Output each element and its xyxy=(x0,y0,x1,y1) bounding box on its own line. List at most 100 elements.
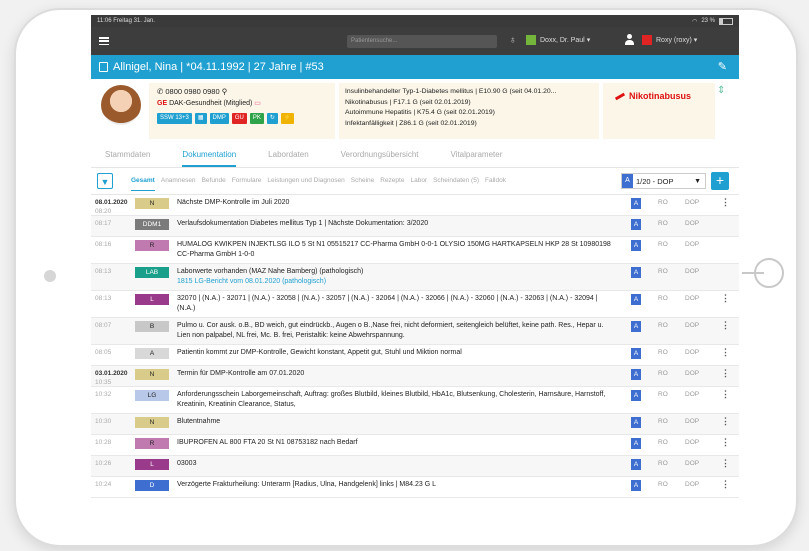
entry-text: 32070 | (N.A.) - 32071 | (N.A.) - 32058 … xyxy=(177,295,598,312)
tab-vitalparameter[interactable]: Vitalparameter xyxy=(450,143,502,167)
entry-datetime: 08:17 xyxy=(95,220,112,227)
more-options-icon[interactable]: ⋮ xyxy=(721,347,730,358)
entry-text: Nächste DMP-Kontrolle im Juli 2020 xyxy=(177,199,290,206)
entry-datetime: 03.01.2020 10:35 xyxy=(95,370,128,386)
entry-list: 08.01.2020 08:20 N Nächste DMP-Kontrolle im… xyxy=(91,195,739,498)
entry-dop: DOP xyxy=(685,220,700,227)
user-select[interactable]: Roxy (roxy) ▾ xyxy=(656,36,697,44)
entry-a-badge: A xyxy=(631,369,641,380)
entry-a-badge: A xyxy=(631,390,641,401)
patient-tag[interactable]: ⚡ xyxy=(280,113,295,124)
selector-badge: A xyxy=(622,174,633,188)
entry-row[interactable]: 08:13 L 32070 | (N.A.) - 32071 | (N.A.) - … xyxy=(91,291,739,318)
doctor-color-swatch xyxy=(526,35,536,45)
entry-row[interactable]: 10:32 LG Anforderungsschein Laborgemeinsch… xyxy=(91,387,739,414)
entry-dop: DOP xyxy=(685,418,700,425)
stethoscope-icon[interactable]: ♁ xyxy=(509,35,517,46)
patient-search-input[interactable]: Patientensuche... xyxy=(347,35,497,48)
subtab-item[interactable]: Anamnesen xyxy=(161,168,196,194)
entry-text: HUMALOG KWIKPEN INJEKTLSG ILO 5 St N1 05… xyxy=(177,241,611,258)
entry-a-badge: A xyxy=(631,267,641,278)
doctor-select[interactable]: Doxx, Dr. Paul ▾ xyxy=(540,36,590,44)
entry-row[interactable]: 08:07 B Pulmo u. Cor ausk. o.B., BD weich,… xyxy=(91,318,739,345)
entry-ro: RO xyxy=(658,349,668,356)
diagnoses-list[interactable]: Insulinbehandelter Typ-1-Diabetes mellit… xyxy=(339,83,599,139)
copy-icon[interactable] xyxy=(99,62,108,72)
subtab-item[interactable]: Gesamt xyxy=(131,168,155,194)
entry-row[interactable]: 10:28 R IBUPROFEN AL 800 FTA 20 St N1 0875… xyxy=(91,435,739,456)
entry-row[interactable]: 10:24 D Verzögerte Frakturheilung: Unterar… xyxy=(91,477,739,498)
patient-tag[interactable]: ↻ xyxy=(266,113,278,124)
patient-tag[interactable]: SSW 13+3 xyxy=(157,113,192,124)
entry-type-badge: D xyxy=(135,480,169,491)
entry-a-badge: A xyxy=(631,480,641,491)
subtab-item[interactable]: Labor xyxy=(410,168,427,194)
entry-row[interactable]: 03.01.2020 10:35 N Termin für DMP-Kontrolle… xyxy=(91,366,739,387)
entry-dop: DOP xyxy=(685,199,700,206)
more-options-icon[interactable]: ⋮ xyxy=(721,479,730,490)
entry-row[interactable]: 08:13 LAB Laborwerte vorhanden (MAZ Nahe B… xyxy=(91,264,739,291)
subtab-item[interactable]: Rezepte xyxy=(380,168,404,194)
more-options-icon[interactable]: ⋮ xyxy=(721,293,730,304)
insurance-row: GE DAK-Gesundheit (Mitglied) ▭ xyxy=(157,100,261,107)
subtab-item[interactable]: Befunde xyxy=(202,168,226,194)
entry-row[interactable]: 08:16 R HUMALOG KWIKPEN INJEKTLSG ILO 5 St… xyxy=(91,237,739,264)
entry-type-badge: R xyxy=(135,438,169,449)
entry-ro: RO xyxy=(658,220,668,227)
tab-labordaten[interactable]: Labordaten xyxy=(268,143,308,167)
entry-text: Anforderungsschein Laborgemeinschaft, Au… xyxy=(177,391,606,408)
entry-ro: RO xyxy=(658,439,668,446)
pin-icon[interactable]: ✎ xyxy=(718,60,727,73)
entry-datetime: 08:05 xyxy=(95,349,112,356)
expand-icon[interactable]: ⇕ xyxy=(717,85,725,96)
subtab-item[interactable]: Scheindaten (5) xyxy=(433,168,479,194)
entry-a-badge: A xyxy=(631,198,641,209)
entry-text: Verzögerte Frakturheilung: Unterarm [Rad… xyxy=(177,481,436,488)
entry-type-badge: N xyxy=(135,198,169,209)
status-time: 11:06 Freitag 31. Jan. xyxy=(97,18,155,24)
patient-title: Allnigel, Nina | *04.11.1992 | 27 Jahre … xyxy=(113,61,324,73)
status-bar: 11:06 Freitag 31. Jan. ◠ 23 % xyxy=(91,15,739,27)
chevron-down-icon: ▼ xyxy=(694,177,701,185)
entry-a-badge: A xyxy=(631,240,641,251)
entry-link[interactable]: 1815 LG-Bericht vom 08.01.2020 (patholog… xyxy=(177,277,617,287)
entry-row[interactable]: 08:17 DDM1 Verlaufsdokumentation Diabetes … xyxy=(91,216,739,237)
entry-datetime: 08:16 xyxy=(95,241,112,248)
more-options-icon[interactable]: ⋮ xyxy=(721,320,730,331)
entry-text: IBUPROFEN AL 800 FTA 20 St N1 08753182 n… xyxy=(177,439,358,446)
patient-tag[interactable]: DMP xyxy=(209,113,229,124)
document-select[interactable]: A 1/20 - DOP ▼ xyxy=(621,173,706,189)
subtab-item[interactable]: Formulare xyxy=(232,168,262,194)
home-button[interactable] xyxy=(742,258,784,288)
filter-icon[interactable]: ▼ xyxy=(97,173,113,189)
entry-row[interactable]: 08.01.2020 08:20 N Nächste DMP-Kontrolle im… xyxy=(91,195,739,216)
entry-type-badge: N xyxy=(135,417,169,428)
entry-text: Laborwerte vorhanden (MAZ Nahe Bamberg) … xyxy=(177,267,617,286)
tab-stammdaten[interactable]: Stammdaten xyxy=(105,143,150,167)
subtab-item[interactable]: Leistungen und Diagnosen xyxy=(267,168,344,194)
phone-row: ✆ 0800 0980 0980 ⚲ xyxy=(157,87,228,96)
tab-dokumentation[interactable]: Dokumentation xyxy=(182,143,236,167)
more-options-icon[interactable]: ⋮ xyxy=(721,458,730,469)
diagnosis-item: Infektanfälligkeit | Z86.1 G (seit 02.01… xyxy=(345,119,477,127)
patient-tag[interactable]: GU xyxy=(231,113,247,124)
more-options-icon[interactable]: ⋮ xyxy=(721,416,730,427)
menu-icon[interactable] xyxy=(99,37,109,45)
entry-row[interactable]: 10:30 N Blutentnahme A RO DOP ⋮ xyxy=(91,414,739,435)
entry-row[interactable]: 10:26 L 03003 A RO DOP ⋮ xyxy=(91,456,739,477)
battery-icon xyxy=(719,17,733,25)
patient-tag[interactable]: ▦ xyxy=(194,113,207,124)
more-options-icon[interactable]: ⋮ xyxy=(721,368,730,379)
entry-dop: DOP xyxy=(685,295,700,302)
add-entry-button[interactable]: + xyxy=(711,172,729,190)
subtab-item[interactable]: Scheine xyxy=(351,168,375,194)
more-options-icon[interactable]: ⋮ xyxy=(721,197,730,208)
subtab-item[interactable]: Falldok xyxy=(485,168,506,194)
entry-row[interactable]: 08:05 A Patientin kommt zur DMP-Kontrolle,… xyxy=(91,345,739,366)
entry-ro: RO xyxy=(658,199,668,206)
more-options-icon[interactable]: ⋮ xyxy=(721,389,730,400)
more-options-icon[interactable]: ⋮ xyxy=(721,437,730,448)
patient-tag[interactable]: PK xyxy=(249,113,264,124)
tab-verordnungs-bersicht[interactable]: Verordnungsübersicht xyxy=(341,143,419,167)
selector-value: 1/20 - DOP xyxy=(636,176,674,186)
